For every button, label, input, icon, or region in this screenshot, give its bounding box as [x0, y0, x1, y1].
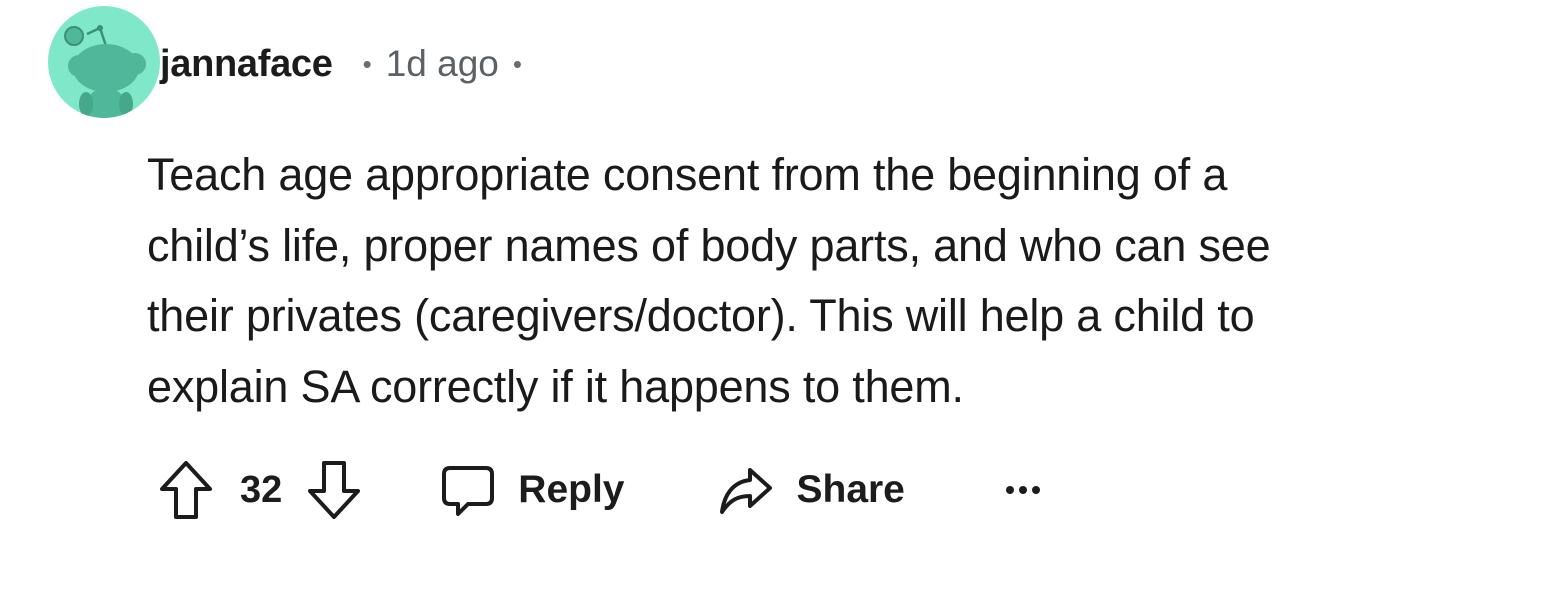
timestamp[interactable]: 1d ago	[386, 43, 499, 85]
reply-button[interactable]: Reply	[440, 462, 624, 518]
comment-body: Teach age appropriate consent from the b…	[147, 140, 1477, 422]
reply-label: Reply	[518, 468, 625, 511]
downvote-button[interactable]	[306, 459, 362, 521]
arrow-up-outline-icon	[160, 461, 212, 519]
comment-body-line: their privates (caregivers/doctor). This…	[147, 290, 1255, 341]
comment-body-line: explain SA correctly if it happens to th…	[147, 360, 964, 412]
comment-action-bar: 32 Reply Share	[158, 458, 1041, 522]
avatar[interactable]	[48, 6, 160, 118]
arrow-down-outline-icon	[308, 461, 361, 519]
meta-separator: •	[362, 48, 372, 79]
vote-count: 32	[240, 468, 283, 511]
comment-body-line: Teach age appropriate consent from the b…	[147, 149, 1228, 200]
username-link[interactable]: jannaface	[160, 43, 333, 86]
speech-bubble-icon	[442, 466, 495, 516]
ellipsis-icon	[1005, 486, 1040, 494]
snoo-avatar-icon	[64, 25, 146, 118]
share-button[interactable]: Share	[718, 462, 905, 518]
meta-separator: •	[512, 48, 522, 79]
comment-body-line: child’s life, proper names of body parts…	[147, 219, 1271, 271]
share-label: Share	[796, 468, 905, 511]
comment: jannaface • 1d ago • Teach age appropria…	[0, 0, 1544, 604]
more-options-button[interactable]	[1005, 484, 1041, 496]
comment-meta: jannaface • 1d ago •	[160, 38, 522, 90]
share-arrow-icon	[720, 468, 773, 514]
upvote-button[interactable]	[158, 459, 214, 521]
